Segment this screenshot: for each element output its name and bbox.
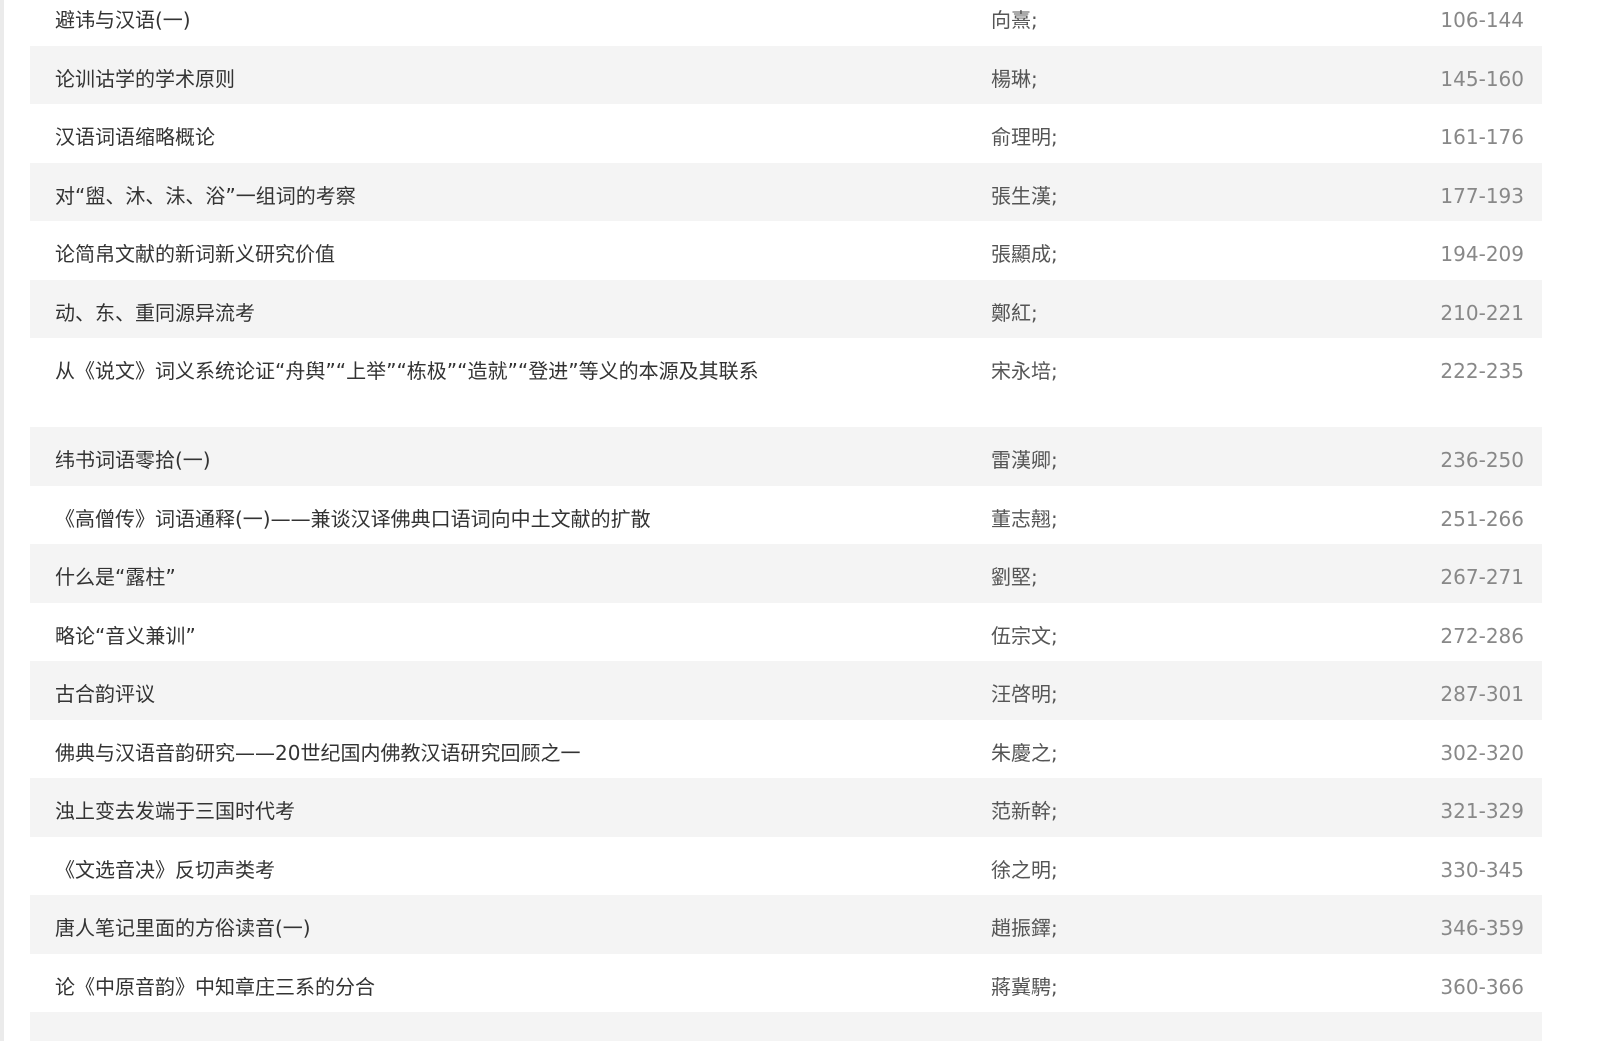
- article-title-link[interactable]: 对“盥、沐、沬、浴”一组词的考察: [55, 179, 855, 214]
- article-title-link[interactable]: 避讳与汉语(一): [55, 3, 855, 38]
- table-row[interactable]: 浊上变去发端于三国时代考 范新幹; 321-329: [30, 778, 1542, 837]
- article-pages: 321-329: [1440, 799, 1524, 823]
- article-author-link[interactable]: 蔣冀騁;: [991, 970, 1058, 1005]
- article-title-link[interactable]: 论《中原音韵》中知章庄三系的分合: [55, 970, 855, 1005]
- table-row[interactable]: 《文选音决》反切声类考 徐之明; 330-345: [30, 836, 1542, 895]
- article-pages: 236-250: [1440, 448, 1524, 472]
- article-author-link[interactable]: 徐之明;: [991, 853, 1058, 888]
- article-author-link[interactable]: 楊琳;: [991, 62, 1038, 97]
- article-title-link[interactable]: 《文选音决》反切声类考: [55, 853, 855, 888]
- article-title-link[interactable]: 纬书词语零拾(一): [55, 443, 855, 478]
- article-title-link[interactable]: 汉语词语缩略概论: [55, 120, 855, 155]
- article-pages: 287-301: [1440, 682, 1524, 706]
- table-row[interactable]: 动、东、重同源异流考 鄭紅; 210-221: [30, 279, 1542, 338]
- article-title-link[interactable]: 佛典与汉语音韵研究——20世纪国内佛教汉语研究回顾之一: [55, 736, 855, 771]
- table-row[interactable]: 对“盥、沐、沬、浴”一组词的考察 張生漢; 177-193: [30, 162, 1542, 221]
- article-title-link[interactable]: 略论“音义兼训”: [55, 619, 855, 654]
- article-title-link[interactable]: 论简帛文献的新词新义研究价值: [55, 237, 855, 272]
- article-title-link[interactable]: 论训诂学的学术原则: [55, 62, 855, 97]
- article-author-link[interactable]: 汪啓明;: [991, 677, 1058, 712]
- article-title-link[interactable]: 从《说文》词义系统论证“舟舆”“上举”“栋极”“造就”“登进”等义的本源及其联系: [55, 354, 855, 389]
- article-author-link[interactable]: 趙振鐸;: [991, 911, 1058, 946]
- table-row[interactable]: 佛典与汉语音韵研究——20世纪国内佛教汉语研究回顾之一 朱慶之; 302-320: [30, 719, 1542, 778]
- article-author-link[interactable]: 伍宗文;: [991, 619, 1058, 654]
- article-pages: 330-345: [1440, 857, 1524, 882]
- left-edge-divider: [0, 0, 4, 1041]
- article-author-link[interactable]: 董志翹;: [991, 502, 1058, 537]
- article-pages: 251-266: [1440, 506, 1524, 531]
- article-title-link[interactable]: 浊上变去发端于三国时代考: [55, 794, 855, 829]
- article-pages: 106-144: [1440, 8, 1524, 32]
- article-author-link[interactable]: 雷漢卿;: [991, 443, 1058, 478]
- article-pages: 346-359: [1440, 916, 1524, 940]
- article-pages: 360-366: [1440, 974, 1524, 999]
- table-row[interactable]: 什么是“露柱” 劉堅; 267-271: [30, 544, 1542, 603]
- table-row[interactable]: 略论“音义兼训” 伍宗文; 272-286: [30, 602, 1542, 661]
- article-pages: 177-193: [1440, 183, 1524, 208]
- table-row[interactable]: [30, 1012, 1542, 1041]
- table-row[interactable]: 汉语词语缩略概论 俞理明; 161-176: [30, 104, 1542, 163]
- table-row[interactable]: 纬书词语零拾(一) 雷漢卿; 236-250: [30, 427, 1542, 486]
- article-title-link[interactable]: 什么是“露柱”: [55, 560, 855, 595]
- article-pages: 145-160: [1440, 66, 1524, 91]
- article-title-link[interactable]: 动、东、重同源异流考: [55, 296, 855, 331]
- article-pages: 161-176: [1440, 125, 1524, 149]
- article-pages: 222-235: [1440, 359, 1524, 383]
- article-title-link[interactable]: 古合韵评议: [55, 677, 855, 712]
- article-pages: 210-221: [1440, 300, 1524, 325]
- table-row[interactable]: 《高僧传》词语通释(一)——兼谈汉译佛典口语词向中土文献的扩散 董志翹; 251…: [30, 485, 1542, 544]
- article-pages: 267-271: [1440, 565, 1524, 589]
- table-row[interactable]: 论训诂学的学术原则 楊琳; 145-160: [30, 45, 1542, 104]
- table-row[interactable]: 古合韵评议 汪啓明; 287-301: [30, 661, 1542, 720]
- table-row[interactable]: 从《说文》词义系统论证“舟舆”“上举”“栋极”“造就”“登进”等义的本源及其联系…: [30, 338, 1542, 427]
- article-author-link[interactable]: 宋永培;: [991, 354, 1058, 389]
- article-author-link[interactable]: 朱慶之;: [991, 736, 1058, 771]
- article-author-link[interactable]: 鄭紅;: [991, 296, 1038, 331]
- article-author-link[interactable]: 張生漢;: [991, 179, 1058, 214]
- table-row[interactable]: 唐人笔记里面的方俗读音(一) 趙振鐸; 346-359: [30, 895, 1542, 954]
- article-title-link[interactable]: 《高僧传》词语通释(一)——兼谈汉译佛典口语词向中土文献的扩散: [55, 502, 855, 537]
- article-list: 避讳与汉语(一) 向熹; 106-144 论训诂学的学术原则 楊琳; 145-1…: [30, 0, 1542, 1041]
- article-author-link[interactable]: 劉堅;: [991, 560, 1038, 595]
- article-author-link[interactable]: 俞理明;: [991, 120, 1058, 155]
- toc-page: 避讳与汉语(一) 向熹; 106-144 论训诂学的学术原则 楊琳; 145-1…: [0, 0, 1601, 1041]
- article-pages: 302-320: [1440, 740, 1524, 765]
- table-row[interactable]: 避讳与汉语(一) 向熹; 106-144: [30, 0, 1542, 46]
- article-author-link[interactable]: 張顯成;: [991, 237, 1058, 272]
- table-row[interactable]: 论《中原音韵》中知章庄三系的分合 蔣冀騁; 360-366: [30, 953, 1542, 1012]
- article-author-link[interactable]: 向熹;: [991, 3, 1038, 38]
- article-pages: 272-286: [1440, 623, 1524, 648]
- article-title-link[interactable]: 唐人笔记里面的方俗读音(一): [55, 911, 855, 946]
- table-row[interactable]: 论简帛文献的新词新义研究价值 張顯成; 194-209: [30, 221, 1542, 280]
- article-pages: 194-209: [1440, 242, 1524, 266]
- article-author-link[interactable]: 范新幹;: [991, 794, 1058, 829]
